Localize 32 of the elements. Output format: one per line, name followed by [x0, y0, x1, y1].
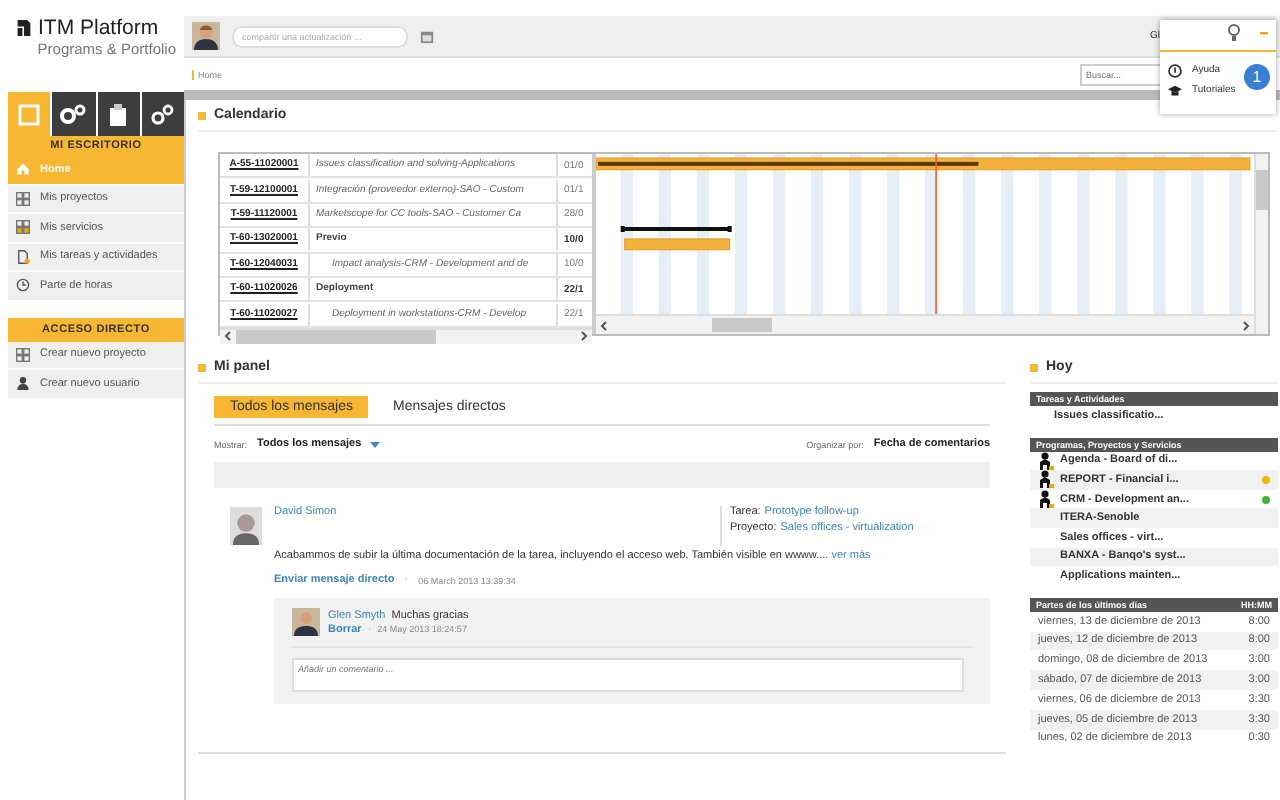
chevron-left-icon[interactable] — [596, 319, 612, 331]
logo-title: ITM Platform — [38, 16, 159, 40]
notification-badge: 1 — [1244, 64, 1270, 90]
lightbulb-icon[interactable] — [1228, 24, 1240, 42]
gantt-bar[interactable] — [596, 157, 1251, 171]
gears-icon — [60, 103, 87, 125]
scroll-thumb[interactable] — [712, 318, 772, 332]
grid-icon — [16, 347, 30, 362]
clock-icon — [16, 278, 30, 293]
calendar-icon[interactable] — [420, 29, 434, 43]
scrollbar[interactable] — [1254, 154, 1268, 334]
summary-bracket[interactable] — [620, 224, 732, 235]
logo-icon — [16, 18, 32, 38]
gear-icon — [150, 103, 175, 125]
chevron-left-icon[interactable] — [220, 330, 236, 343]
sidebar-tab[interactable] — [97, 92, 140, 136]
scroll-thumb[interactable] — [236, 329, 436, 344]
grid-icon — [16, 220, 30, 235]
grid-icon — [16, 191, 30, 206]
desk-icon — [18, 103, 41, 125]
chevron-right-icon[interactable] — [1238, 319, 1254, 331]
help-icon — [1168, 63, 1182, 77]
chevron-right-icon[interactable] — [576, 330, 592, 343]
scroll-thumb[interactable] — [1256, 170, 1268, 210]
sidebar-tab[interactable] — [141, 92, 184, 136]
home-icon — [16, 162, 30, 177]
graduation-cap-icon — [1168, 83, 1182, 97]
sidebar-tab[interactable] — [52, 92, 95, 136]
clipboard-icon — [108, 103, 129, 125]
document-icon — [16, 249, 30, 264]
scrollbar[interactable] — [596, 314, 1254, 334]
user-icon — [16, 376, 30, 391]
